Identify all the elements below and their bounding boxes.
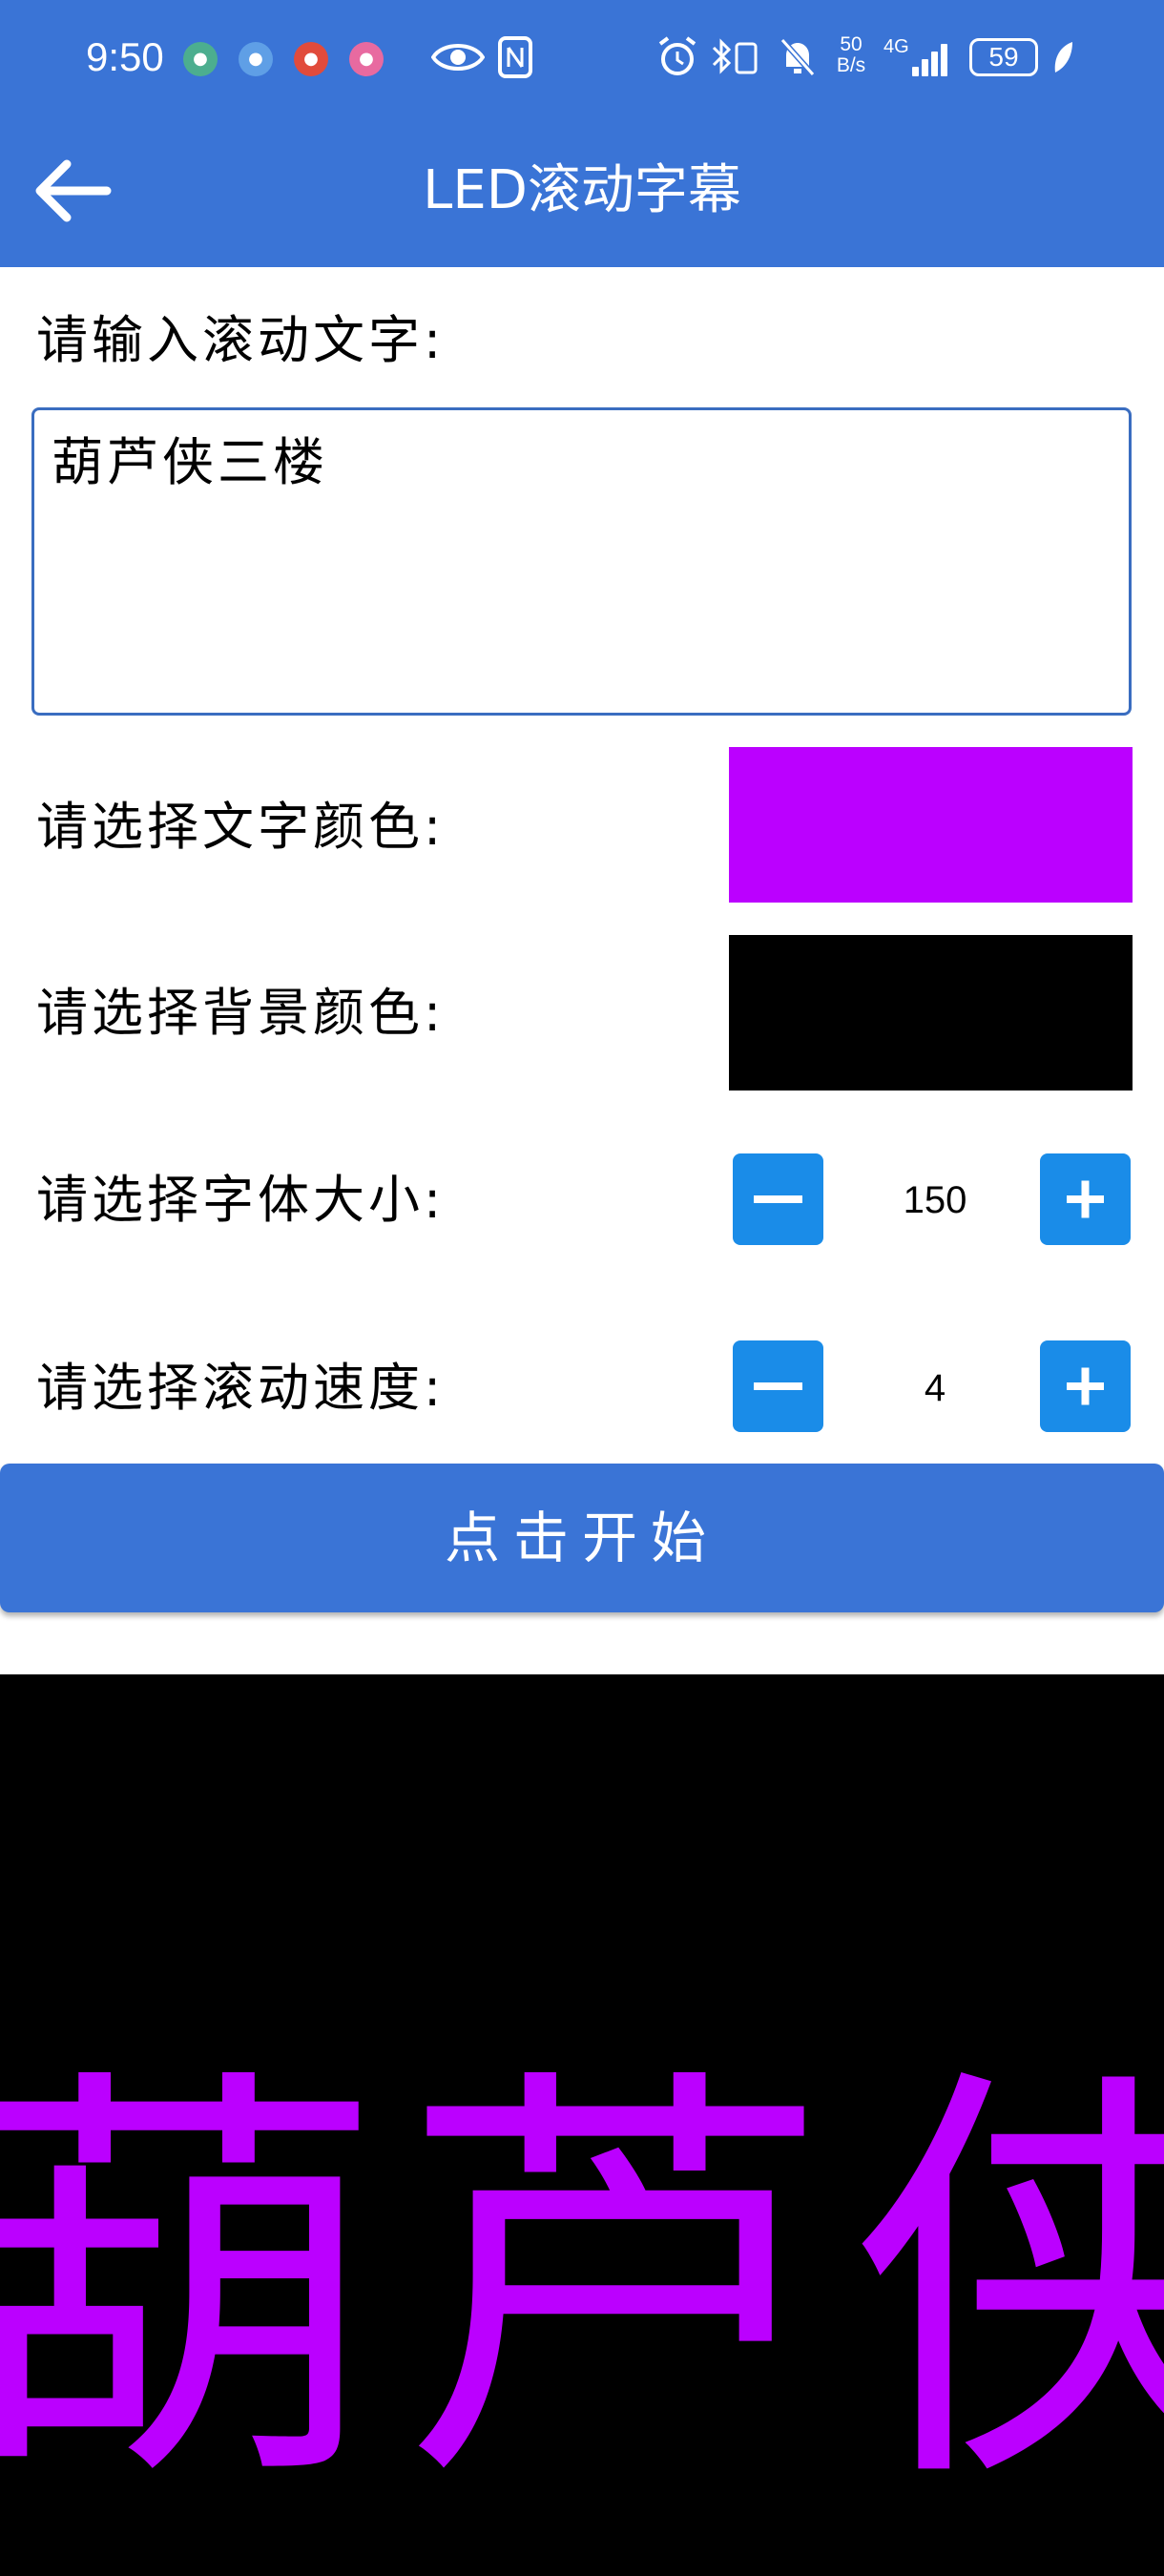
status-bar: 9:50 ● ● ● ● 50 B/s 4G 59 [0,0,1164,114]
network-speed: 50 B/s [832,34,870,76]
app-header: 9:50 ● ● ● ● 50 B/s 4G 59 LED滚动字幕 [0,0,1164,267]
alarm-icon [656,34,698,91]
network-speed-unit: B/s [836,54,866,76]
font-size-increase-button[interactable] [1040,1153,1131,1245]
scroll-text-input[interactable] [31,407,1132,716]
bluetooth-vibrate-icon [708,34,765,91]
leaf-icon [1051,40,1074,83]
led-preview-display: 葫芦侠三楼 [0,1674,1164,2576]
notification-app-icon-2: ● [239,42,273,76]
network-speed-value: 50 [840,33,863,55]
notification-app-icon-1: ● [183,42,218,76]
plus-icon [1067,1367,1104,1405]
background-color-label: 请选择背景颜色: [36,983,446,1043]
text-color-swatch[interactable] [729,747,1133,903]
network-type: 4G [883,36,909,57]
scroll-speed-label: 请选择滚动速度: [36,1358,446,1418]
signal-strength-icon [910,40,954,76]
text-color-label: 请选择文字颜色: [36,797,446,857]
led-scrolling-text: 葫芦侠三楼 [0,2035,1164,2535]
font-size-label: 请选择字体大小: [36,1170,446,1230]
minus-icon [754,1195,802,1203]
plus-icon [1067,1180,1104,1218]
scroll-speed-value: 4 [924,1367,946,1409]
scroll-speed-increase-button[interactable] [1040,1340,1131,1432]
status-time: 9:50 [86,34,164,79]
mute-bell-icon [777,34,819,91]
battery-indicator: 59 [969,38,1038,76]
eye-icon [430,34,486,91]
background-color-swatch[interactable] [729,935,1133,1091]
notification-app-icon-3: ● [294,42,328,76]
text-input-label: 请输入滚动文字: [36,310,446,370]
minus-icon [754,1382,802,1390]
font-size-decrease-button[interactable] [733,1153,823,1245]
font-size-value: 150 [903,1179,967,1221]
page-title: LED滚动字幕 [423,159,741,221]
nfc-icon [496,34,534,91]
scroll-speed-decrease-button[interactable] [733,1340,823,1432]
start-button[interactable]: 点击开始 [0,1464,1164,1612]
notification-app-icon-4: ● [349,42,384,76]
